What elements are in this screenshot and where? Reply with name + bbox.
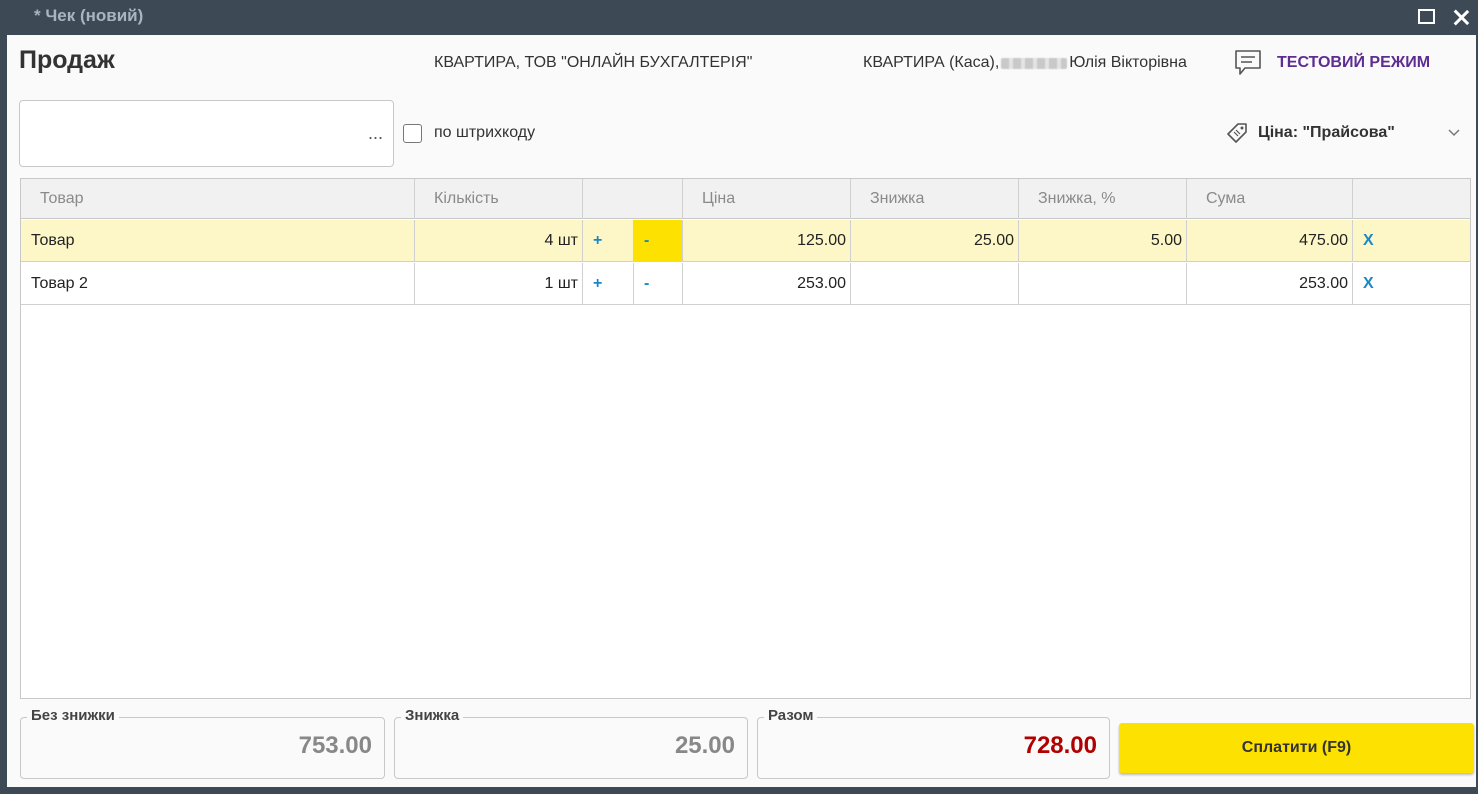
maximize-icon [1417,9,1435,24]
delete-row-button[interactable]: X [1353,263,1413,305]
table-row[interactable]: Товар 2 1 шт + - 253.00 253.00 X [21,263,1470,305]
cell-discount-pct[interactable] [1019,263,1187,305]
product-search-box: ... [19,100,394,167]
delete-row-button[interactable]: X [1353,220,1413,262]
select-product-button[interactable]: ... [368,123,383,144]
cell-discount-pct[interactable]: 5.00 [1019,220,1187,262]
col-header-actions [1353,179,1472,219]
col-header-discount-pct[interactable]: Знижка, % [1019,179,1187,219]
test-mode-label: ТЕСТОВИЙ РЕЖИМ [1277,54,1431,71]
cashier-info: КВАРТИРА (Каса), Юлія Вікторівна [863,54,1187,72]
items-table: Товар Кількість Ціна Знижка Знижка, % Су… [20,178,1471,699]
chevron-down-icon[interactable] [1447,126,1461,140]
col-header-price[interactable]: Ціна [683,179,851,219]
cell-sum: 253.00 [1187,263,1353,305]
pay-button[interactable]: Сплатити (F9) [1119,723,1474,773]
col-header-sum[interactable]: Сума [1187,179,1353,219]
price-tag-icon [1227,123,1247,143]
title-bar: * Чек (новий) [0,0,1478,33]
discount-total-value: 25.00 [674,732,735,759]
col-header-discount[interactable]: Знижка [851,179,1019,219]
receipt-window: * Чек (новий) Продаж КВАРТИРА, ТОВ "ОНЛА… [0,0,1478,794]
cashier-prefix: КВАРТИРА (Каса), [863,54,1000,71]
discount-box: Знижка 25.00 [394,707,748,779]
organization-name: КВАРТИРА, ТОВ "ОНЛАЙН БУХГАЛТЕРІЯ" [434,54,753,71]
cell-sum: 475.00 [1187,220,1353,262]
col-header-product[interactable]: Товар [21,179,415,219]
increase-qty-button[interactable]: + [583,263,634,305]
page-title: Продаж [19,46,115,74]
grand-total-box: Разом 728.00 [757,707,1110,779]
barcode-checkbox[interactable] [403,124,422,143]
product-search-input[interactable] [28,109,358,157]
table-row[interactable]: Товар 4 шт + - 125.00 25.00 5.00 475.00 … [21,220,1470,262]
without-discount-value: 753.00 [298,732,372,759]
window-title: * Чек (новий) [34,6,144,25]
grand-total-value: 728.00 [1023,732,1097,759]
cell-discount[interactable] [851,263,1019,305]
price-type-select[interactable]: Ціна: "Прайсова" [1258,124,1395,142]
increase-qty-button[interactable]: + [583,220,634,262]
without-discount-box: Без знижки 753.00 [20,707,385,779]
cashier-name: Юлія Вікторівна [1069,54,1187,71]
barcode-label: по штрихкоду [434,124,536,141]
without-discount-label: Без знижки [27,707,119,724]
cell-discount[interactable]: 25.00 [851,220,1019,262]
table-header: Товар Кількість Ціна Знижка Знижка, % Су… [21,179,1470,219]
decrease-qty-button[interactable]: - [634,263,683,305]
cell-price[interactable]: 125.00 [683,220,851,262]
cell-product[interactable]: Товар [21,220,415,262]
cell-product[interactable]: Товар 2 [21,263,415,305]
discount-total-label: Знижка [401,707,464,724]
blurred-surname [1001,57,1068,69]
decrease-qty-button[interactable]: - [634,220,683,262]
chat-icon[interactable] [1233,48,1263,78]
grand-total-label: Разом [764,707,818,724]
cell-price[interactable]: 253.00 [683,263,851,305]
content-area: Продаж КВАРТИРА, ТОВ "ОНЛАЙН БУХГАЛТЕРІЯ… [7,35,1476,787]
close-button[interactable] [1444,0,1478,33]
close-icon [1453,9,1469,25]
cell-quantity[interactable]: 1 шт [415,263,583,305]
maximize-button[interactable] [1409,0,1443,33]
col-header-quantity[interactable]: Кількість [415,179,583,219]
cell-quantity[interactable]: 4 шт [415,220,583,262]
col-header-qty-controls [583,179,683,219]
